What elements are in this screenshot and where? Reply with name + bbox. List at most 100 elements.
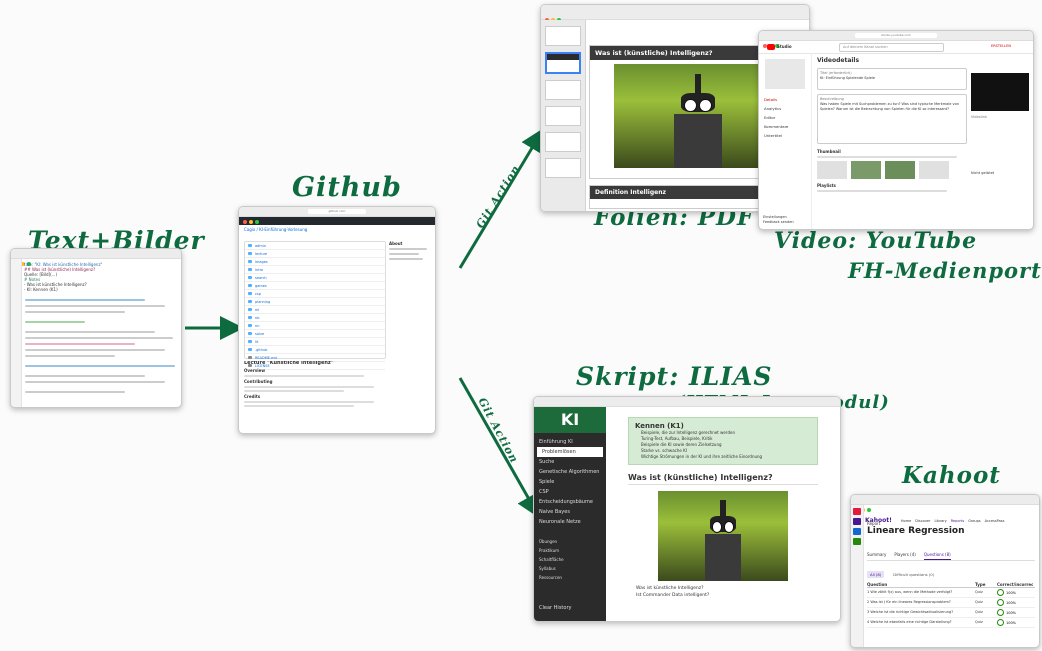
kahoot-tab[interactable]: Summary [867,552,886,560]
github-file-row[interactable]: planning [245,298,385,306]
kahoot-subtab[interactable]: All (8) [867,571,885,578]
ilias-menu-item[interactable]: Spiele [534,477,606,487]
github-file-name: lecture [255,251,268,256]
yt-visibility[interactable]: Nicht gelistet [971,171,994,176]
github-header [239,217,435,225]
yt-thumbnails [817,161,967,179]
github-titlebar: github.com [239,207,435,224]
question-text: 2 Was ist J für ein lineares Regressions… [867,600,951,604]
ilias-menu-item[interactable]: Problemlösen [537,447,603,457]
yt-side-item[interactable]: Kommentare [759,122,811,131]
folder-icon [248,268,252,271]
yt-side-item[interactable]: Untertitel [759,131,811,140]
correct-percent: 100% [1006,590,1017,595]
label-kahoot: Kahoot [902,462,1001,489]
youtube-window: studio.youtube.com Studio Auf deinem Kan… [758,30,1034,230]
ilias-bullet: Was ist künstliche Intelligenz? [636,586,704,591]
github-file-row[interactable]: nb [245,314,385,322]
github-file-row[interactable]: csp [245,290,385,298]
folder-icon [248,332,252,335]
ilias-menu-item[interactable]: Genetische Algorithmen [534,467,606,477]
github-file-row[interactable]: lit [245,338,385,346]
yt-side-item[interactable]: Analytics [759,104,811,113]
folder-icon [248,324,252,327]
kahoot-tab[interactable]: Players (4) [894,552,915,560]
folder-icon [248,300,252,303]
folder-icon [248,260,252,263]
ilias-menu-item[interactable]: Neuronale Netze [534,517,606,527]
label-fh-medienportal: FH-Medienportal [848,258,1042,283]
kennen-item: Wichtige Strömungen in der KI und ihre z… [641,454,763,459]
folder-icon [248,252,252,255]
yt-create-button[interactable]: ERSTELLEN [991,44,1011,49]
ilias-robot-image [658,491,788,581]
col-correct: Correct/incorrect [997,582,1033,587]
kahoot-question-row[interactable]: 2 Was ist J für ein lineares Regressions… [867,598,1035,608]
ilias-section-item[interactable]: Syllabus [534,564,606,573]
col-type: Type [975,582,986,587]
kahoot-question-row[interactable]: 3 Welche ist die richtige Gewichtsaktual… [867,608,1035,618]
yt-thumb[interactable] [817,161,847,179]
readme-contributing: Contributing [244,379,273,384]
kahoot-tab[interactable]: Questions (8) [923,552,951,560]
yt-main: Videodetails Titel (erforderlich) KI: Ei… [817,57,967,194]
github-file-name: admin [255,243,266,248]
yt-title-box[interactable]: Titel (erforderlich) KI: Einführung Spie… [817,68,967,90]
github-file-row[interactable]: images [245,258,385,266]
github-file-row[interactable]: admin [245,242,385,250]
correct-percent: 100% [1006,610,1017,615]
github-file-row[interactable]: .github [245,346,385,354]
github-file-name: ml [255,307,260,312]
ilias-menu-item[interactable]: CSP [534,487,606,497]
yt-search-input[interactable]: Auf deinem Kanal suchen [839,43,944,52]
github-file-row[interactable]: nn [245,322,385,330]
correct-ring-icon [997,599,1004,606]
github-file-row[interactable]: lecture [245,250,385,258]
github-file-name: .github [255,347,268,352]
correct-percent: 100% [1006,600,1017,605]
ilias-section-item[interactable]: Schaltfläche [534,555,606,564]
ilias-menu-item[interactable]: Einführung KI [534,437,606,447]
ilias-menu-item[interactable]: Naive Bayes [534,507,606,517]
yt-thumb[interactable] [919,161,949,179]
yt-thumb[interactable] [851,161,881,179]
ilias-section-item[interactable]: Praktikum [534,546,606,555]
ilias-clear-history[interactable]: Clear History [534,603,576,613]
yt-side-item[interactable]: Details [759,95,811,104]
yt-preview [971,73,1029,111]
github-file-row[interactable]: search [245,274,385,282]
github-file-row[interactable]: games [245,282,385,290]
github-file-row[interactable]: intro [245,266,385,274]
yt-title-value: KI: Einführung Spielende Spiele [820,76,875,80]
ilias-section-item[interactable]: Ressourcen [534,573,606,582]
ilias-h2: Was ist (künstliche) Intelligenz? [628,473,818,485]
question-type: Quiz [975,590,983,594]
question-text: 3 Welche ist die richtige Gewichtsaktual… [867,610,954,614]
kahoot-titlebar [851,495,1039,512]
yt-heading: Videodetails [817,57,860,64]
yt-sidebar: Details Analytics Editor Kommentare Untertit… [759,53,812,229]
yt-link-label: Videolink [971,115,987,119]
kahoot-sidebar [851,505,864,647]
github-file-row[interactable]: ml [245,306,385,314]
github-file-row[interactable]: solve [245,330,385,338]
github-file-name: solve [255,331,265,336]
ilias-menu-item[interactable]: Entscheidungsbäume [534,497,606,507]
kahoot-question-row[interactable]: 1 Wie zählt f(x) aus, wenn die Methode v… [867,588,1035,598]
yt-feedback[interactable]: Feedback senden [763,220,794,225]
kennen-box: Kennen (K1) Beispiele, die zur Intellige… [628,417,818,465]
kahoot-subtab[interactable]: Difficult questions (0) [890,571,937,578]
yt-desc-box[interactable]: Beschreibung Was haben Spiele mit Suchpr… [817,94,967,144]
question-type: Quiz [975,620,983,624]
kahoot-question-row[interactable]: 4 Welche ist ebenfalls eine richtige Dar… [867,618,1035,628]
pdf-thumbnails [541,20,586,211]
github-file-name: intro [255,267,264,272]
ilias-menu-item[interactable]: Suche [534,457,606,467]
ilias-section-item[interactable]: Übungen [534,537,606,546]
github-repo-name: Cagix / KI-Einführung-Vorlesung [244,227,308,232]
github-file-name: images [255,259,268,264]
question-text: 4 Welche ist ebenfalls eine richtige Dar… [867,620,952,624]
yt-thumb[interactable] [885,161,915,179]
yt-side-item[interactable]: Editor [759,113,811,122]
label-video-youtube: Video: YouTube [774,228,978,254]
